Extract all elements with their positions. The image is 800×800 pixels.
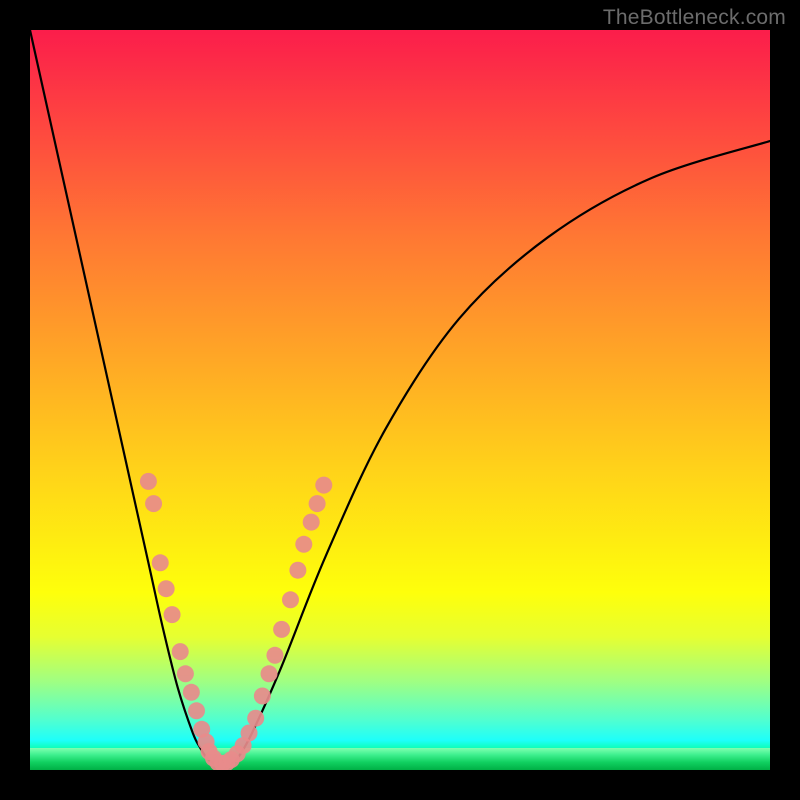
- marker-dot: [289, 562, 306, 579]
- marker-dot: [273, 621, 290, 638]
- marker-dot: [282, 591, 299, 608]
- marker-dot: [164, 606, 181, 623]
- marker-dot: [315, 477, 332, 494]
- marker-dot: [254, 688, 271, 705]
- marker-dot: [309, 495, 326, 512]
- marker-dot: [266, 647, 283, 664]
- watermark-label: TheBottleneck.com: [603, 6, 786, 30]
- marker-dot: [295, 536, 312, 553]
- marker-group: [140, 473, 332, 770]
- chart-svg: [30, 30, 770, 770]
- marker-dot: [177, 665, 194, 682]
- marker-dot: [183, 684, 200, 701]
- marker-dot: [152, 554, 169, 571]
- marker-dot: [140, 473, 157, 490]
- marker-dot: [261, 665, 278, 682]
- marker-dot: [247, 710, 264, 727]
- marker-dot: [303, 514, 320, 531]
- chart-container: TheBottleneck.com: [0, 0, 800, 800]
- marker-dot: [145, 495, 162, 512]
- marker-dot: [172, 643, 189, 660]
- marker-dot: [241, 725, 258, 742]
- plot-area: [30, 30, 770, 770]
- bottleneck-curve: [30, 30, 770, 766]
- marker-dot: [188, 702, 205, 719]
- marker-dot: [158, 580, 175, 597]
